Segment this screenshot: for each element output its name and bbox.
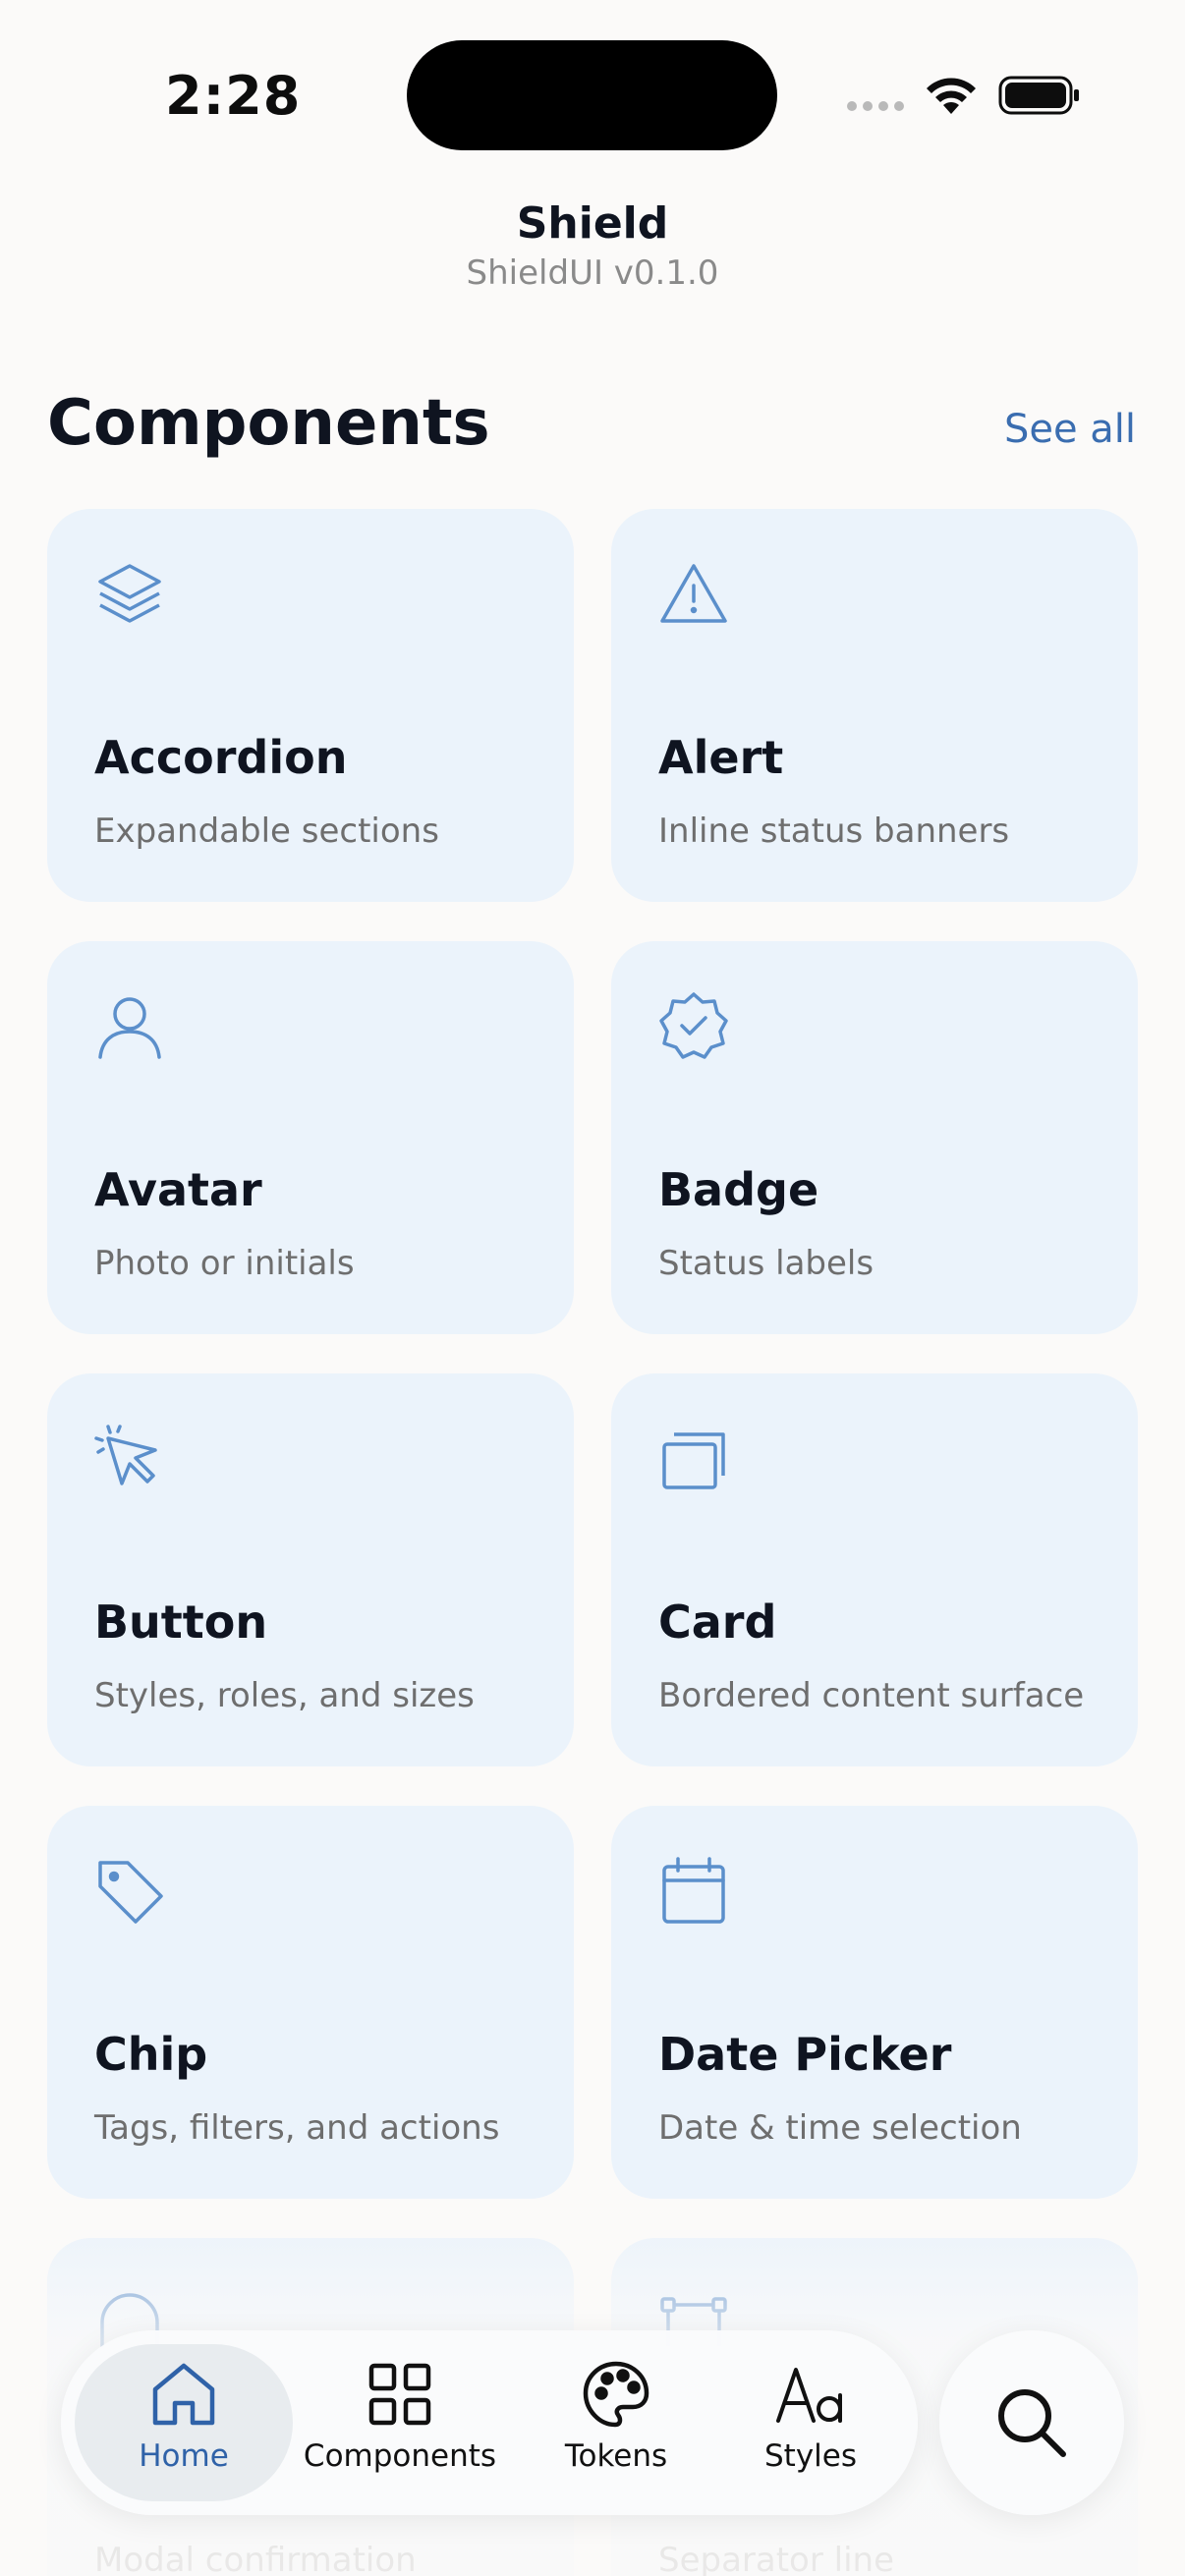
dynamic-island [407,40,777,150]
card-subtitle: Separator line [658,2541,895,2576]
card-subtitle: Photo or initials [94,1244,355,1283]
component-card-badge[interactable]: Badge Status labels [611,941,1138,1334]
nav-title: Shield [516,198,669,249]
card-title: Date Picker [658,2028,952,2081]
component-card-avatar[interactable]: Avatar Photo or initials [47,941,574,1334]
card-subtitle: Expandable sections [94,812,439,851]
nav-subtitle: ShieldUI v0.1.0 [466,253,719,293]
tab-tokens[interactable]: Tokens [523,2344,709,2501]
card-title: Button [94,1596,268,1649]
stacked-cards-icon [658,1423,729,1493]
component-card-accordion[interactable]: Accordion Expandable sections [47,509,574,902]
tab-home[interactable]: Home [75,2344,293,2501]
tab-label: Home [139,2438,229,2474]
card-subtitle: Tags, filters, and actions [94,2108,500,2148]
component-card-alert[interactable]: Alert Inline status banners [611,509,1138,902]
tag-icon [94,1855,165,1926]
component-card-chip[interactable]: Chip Tags, filters, and actions [47,1806,574,2199]
card-subtitle: Bordered content surface [658,1676,1085,1715]
card-subtitle: Status labels [658,1244,875,1283]
grid-icon [368,2363,431,2426]
card-subtitle: Styles, roles, and sizes [94,1676,475,1715]
component-card-card[interactable]: Card Bordered content surface [611,1373,1138,1766]
see-all-link[interactable]: See all [1004,407,1136,452]
status-bar: 2:28 [0,0,1185,187]
cellular-signal-icon [847,101,904,111]
warning-triangle-icon [658,558,729,629]
status-time: 2:28 [165,65,302,127]
section-title: Components [47,387,490,460]
wifi-icon [927,78,976,114]
card-title: Avatar [94,1163,262,1216]
layers-icon [94,558,165,629]
tab-label: Tokens [564,2438,668,2474]
card-subtitle: Inline status banners [658,812,1010,851]
card-subtitle: Date & time selection [658,2108,1022,2148]
card-title: Alert [658,731,784,784]
component-grid: Accordion Expandable sections Alert Inli… [47,509,1138,2576]
verified-badge-icon [658,990,729,1061]
tab-bar: Home Components Tokens Styles [61,2330,918,2515]
card-title: Card [658,1596,777,1649]
component-card-date-picker[interactable]: Date Picker Date & time selection [611,1806,1138,2199]
battery-icon [998,76,1079,115]
user-icon [94,990,165,1061]
tab-styles[interactable]: Styles [717,2344,904,2501]
card-subtitle: Modal confirmation [94,2541,417,2576]
component-card-button[interactable]: Button Styles, roles, and sizes [47,1373,574,1766]
card-title: Badge [658,1163,819,1216]
tab-label: Styles [763,2438,857,2474]
typography-icon [776,2368,842,2423]
palette-icon [583,2361,649,2428]
cursor-click-icon [94,1423,165,1493]
search-icon [998,2389,1066,2457]
tab-label: Components [303,2438,497,2474]
tab-components[interactable]: Components [297,2344,503,2501]
search-button[interactable] [939,2330,1124,2515]
card-title: Chip [94,2028,208,2081]
card-title: Accordion [94,731,348,784]
calendar-icon [658,1855,729,1926]
home-icon [152,2363,215,2426]
